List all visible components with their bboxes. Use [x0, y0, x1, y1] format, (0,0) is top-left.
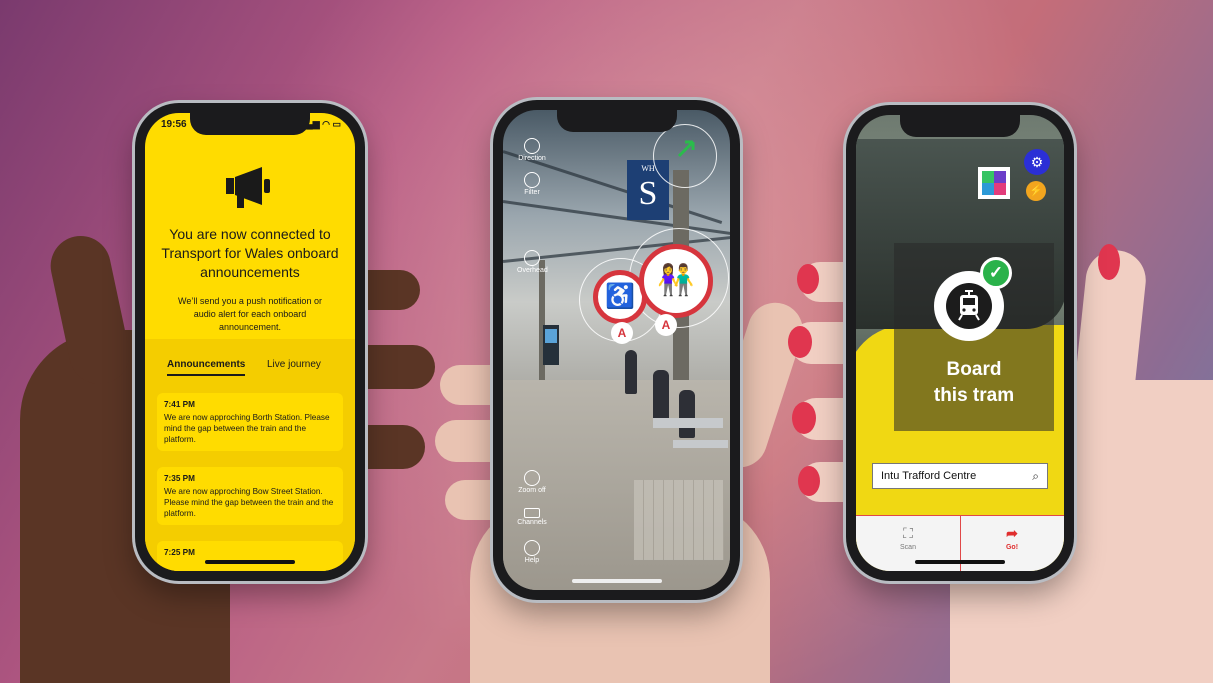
settings-icon[interactable]: ⚙: [1024, 149, 1050, 175]
nail: [788, 326, 812, 358]
person: [653, 370, 669, 420]
direction-tool[interactable]: Direction: [517, 138, 547, 162]
destination-value: Intu Trafford Centre: [881, 470, 977, 482]
home-indicator: [205, 560, 295, 564]
nail: [792, 402, 816, 434]
phone-ar-navigation: WH S ♿ 👫 A A Direction Filter Overhead Z…: [493, 100, 740, 600]
nail: [797, 264, 819, 294]
announcement-text: We are now approching Bow Street Station…: [164, 487, 334, 518]
directions-icon: ➦: [1006, 525, 1018, 541]
announcements-screen: 19:56 ▂▄▆ ◠ ▭ You are now connected to T…: [145, 113, 355, 571]
status-time: 19:56: [161, 119, 187, 130]
tram-icon: [946, 283, 992, 329]
overhead-tool[interactable]: Overhead: [517, 250, 548, 274]
overhead-icon: [524, 250, 540, 266]
phone-notch: [900, 115, 1020, 137]
help-tool[interactable]: Help: [517, 540, 547, 564]
direction-icon: [524, 138, 540, 154]
board-status: Board this tram: [933, 359, 1015, 406]
announcement-time: 7:41 PM: [164, 400, 195, 409]
phone-notch: [190, 113, 310, 135]
channels-tool[interactable]: Channels: [517, 508, 547, 526]
scan-marker-icon: [978, 167, 1010, 199]
megaphone-icon: [226, 167, 270, 208]
bench: [653, 418, 723, 428]
search-icon[interactable]: ⌕: [1032, 464, 1039, 488]
phone-notch: [556, 110, 677, 132]
check-icon: ✓: [980, 257, 1012, 289]
tram-screen: ⚙ ⚡ ✓ Board this tram Intu Trafford Cent…: [856, 115, 1064, 571]
announcement-text: We are now approching Borth Station. Ple…: [164, 413, 330, 444]
announcement-card[interactable]: 7:35 PM We are now approching Bow Street…: [157, 467, 343, 525]
nail: [798, 466, 820, 496]
nav-go[interactable]: ➦ Go!: [960, 524, 1064, 551]
announcement-time: 7:25 PM: [164, 548, 195, 557]
location-pin-icon[interactable]: A: [655, 314, 677, 336]
location-pin-icon[interactable]: A: [611, 322, 633, 344]
flash-icon[interactable]: ⚡: [1026, 181, 1046, 201]
announcements-panel: Announcements Live journey 7:41 PM We ar…: [145, 339, 355, 571]
person: [679, 390, 695, 438]
floor-tiles: [634, 480, 724, 560]
announcement-card[interactable]: 7:25 PM: [157, 541, 343, 571]
phone-tram-boarding: ⚙ ⚡ ✓ Board this tram Intu Trafford Cent…: [846, 105, 1074, 581]
toilets-icon[interactable]: 👫: [639, 244, 713, 318]
tab-announcements[interactable]: Announcements: [167, 359, 246, 376]
sign-letter: S: [638, 175, 658, 212]
filter-tool[interactable]: Filter: [517, 172, 547, 196]
info-kiosk: [543, 325, 559, 365]
scan-icon: ⛶: [903, 525, 913, 541]
filter-icon: [524, 172, 540, 188]
announcement-time: 7:35 PM: [164, 474, 195, 483]
bench: [673, 440, 728, 448]
tab-live-journey[interactable]: Live journey: [267, 359, 321, 370]
roof-beam: [503, 200, 730, 235]
announcement-card[interactable]: 7:41 PM We are now approching Borth Stat…: [157, 393, 343, 451]
phone-announcements: 19:56 ▂▄▆ ◠ ▭ You are now connected to T…: [135, 103, 365, 581]
home-indicator: [571, 579, 662, 583]
home-indicator: [915, 560, 1005, 564]
ar-camera-screen: WH S ♿ 👫 A A Direction Filter Overhead Z…: [503, 110, 730, 590]
destination-search-input[interactable]: Intu Trafford Centre ⌕: [872, 463, 1048, 489]
person: [625, 350, 637, 394]
nail: [1098, 244, 1120, 280]
compass-arrow-icon: [677, 140, 695, 158]
connection-headline: You are now connected to Transport for W…: [161, 226, 339, 280]
nav-scan[interactable]: ⛶ Scan: [856, 524, 960, 551]
connection-subtext: We’ll send you a push notification or au…: [178, 296, 322, 332]
channels-slider-icon: [524, 508, 540, 518]
zoom-tool[interactable]: Zoom off: [517, 470, 547, 494]
help-icon: [524, 540, 540, 556]
zoom-icon: [524, 470, 540, 486]
